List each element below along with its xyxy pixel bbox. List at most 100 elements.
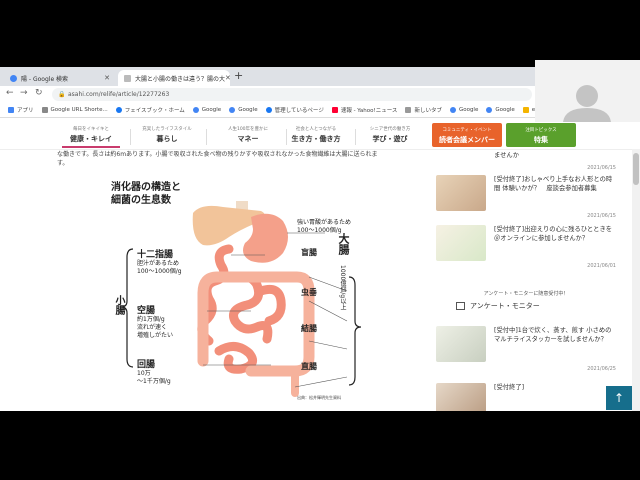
forward-icon[interactable]: → bbox=[20, 88, 28, 98]
sidebar-card[interactable]: [受付終了]出迎えりの心に残るひとときを＠オンラインに参加しませんか？ 2021… bbox=[436, 225, 616, 273]
enquete-heading: アンケート・モニター bbox=[456, 301, 540, 311]
special-label: 特集 bbox=[534, 136, 548, 144]
stomach-note-line: 強い胃酸があるため bbox=[297, 219, 352, 226]
person-avatar-icon bbox=[563, 85, 611, 122]
bookmark-icon bbox=[41, 107, 48, 113]
sidebar-card[interactable]: [受付終了] bbox=[436, 383, 616, 411]
nav-lifestyle[interactable]: 充実したライフスタイル 暮らし bbox=[132, 126, 202, 144]
small-intestine-shape bbox=[197, 244, 286, 374]
site-navigation: 毎日をイキイキと 健康・キレイ 充実したライフスタイル 暮らし 人生100年を豊… bbox=[0, 118, 640, 150]
nav-way-of-life[interactable]: 社会と人とつながる 生き方・働き方 bbox=[281, 126, 351, 144]
card-title: [受付終了]おしゃべり上手なお人形との時間 体験いかが？ 座談会参加者募集 bbox=[494, 176, 613, 192]
nav-money[interactable]: 人生100年を豊かに マネー bbox=[213, 126, 283, 144]
card-title: [受付終了]出迎えりの心に残るひとときを＠オンラインに参加しませんか？ bbox=[494, 226, 613, 242]
special-subtitle: 注目トピックス bbox=[525, 128, 557, 133]
large-intestine-label: 大腸 bbox=[337, 233, 350, 255]
jejunum-note: 流れが速く bbox=[137, 324, 168, 331]
bookmark-item[interactable]: フェイスブック・ホーム bbox=[115, 106, 185, 114]
new-tab-button[interactable]: + bbox=[234, 69, 243, 82]
small-intestine-label: 小腸 bbox=[113, 295, 124, 315]
card-title: [受付終了] bbox=[494, 384, 525, 391]
close-tab-icon[interactable]: ✕ bbox=[225, 74, 230, 82]
nav-divider bbox=[130, 129, 131, 145]
card-thumbnail bbox=[436, 326, 486, 362]
tab-google-search[interactable]: 陽 - Google 検索 ✕ bbox=[4, 70, 116, 86]
bookmark-item[interactable]: Google URL Shorte... bbox=[41, 107, 108, 113]
tab-title: 陽 - Google 検索 bbox=[21, 75, 69, 83]
facebook-icon bbox=[115, 107, 122, 113]
bookmark-item[interactable]: Google bbox=[486, 107, 515, 113]
google-favicon-icon bbox=[10, 74, 17, 82]
lock-icon: 🔒 bbox=[58, 91, 66, 98]
bookmark-item[interactable]: 速報 - Yahoo!ニュース bbox=[331, 106, 398, 114]
appendix-label: 虫垂 bbox=[301, 288, 317, 297]
special-topics-button[interactable]: 注目トピックス 特集 bbox=[506, 123, 576, 147]
diagram-source: 出典：松井輝明先生資料 bbox=[297, 395, 341, 400]
diagram-title-line: 細菌の生息数 bbox=[111, 195, 171, 206]
enquete-title: アンケート・モニター bbox=[470, 302, 540, 310]
bookmark-label: Google URL Shorte... bbox=[50, 107, 108, 113]
google-icon bbox=[449, 107, 456, 113]
google-icon bbox=[486, 107, 493, 113]
nav-subtitle: 社会と人とつながる bbox=[295, 127, 337, 132]
bookmark-item[interactable]: Google bbox=[449, 107, 479, 113]
back-to-top-button[interactable]: ↑ bbox=[606, 386, 632, 410]
jejunum-note: 約1万個/g bbox=[137, 316, 165, 323]
reload-icon[interactable]: ↻ bbox=[35, 88, 43, 98]
article-text-line: な働きです。長さは約6mあります。小腸で吸収された食べ物の残りかすや吸収されなか… bbox=[57, 151, 378, 158]
colon-label: 結腸 bbox=[301, 324, 317, 333]
bookmark-icon bbox=[522, 107, 529, 113]
nav-label: 学び・遊び bbox=[372, 135, 408, 143]
diagram-title-line: 消化器の構造と bbox=[111, 182, 181, 193]
bookmark-item[interactable]: 管理しているページ bbox=[265, 106, 324, 114]
bookmark-item[interactable]: アプリ bbox=[8, 106, 34, 114]
sidebar-card[interactable]: ませんか 2021/06/15 bbox=[436, 151, 616, 173]
large-intestine-note: 1000億個/g以上 bbox=[339, 265, 346, 311]
gift-icon bbox=[456, 302, 465, 310]
jejunum-note: 増殖しがたい bbox=[137, 332, 174, 339]
sidebar-card[interactable]: [受付中]1台で炊く、蒸す、煎す 小さめのマルチライスタッカーを試しませんか？ … bbox=[436, 326, 616, 374]
duodenum-note: 胆汁があるため bbox=[137, 260, 180, 267]
rectum-label: 直腸 bbox=[301, 362, 317, 371]
bookmark-item[interactable]: Google bbox=[229, 107, 258, 113]
close-tab-icon[interactable]: ✕ bbox=[104, 74, 110, 82]
bookmark-label: Google bbox=[201, 107, 222, 113]
card-thumbnail bbox=[436, 383, 486, 411]
bookmark-label: 管理しているページ bbox=[274, 108, 324, 114]
nav-learning-play[interactable]: シニア世代の働き方 学び・遊び bbox=[355, 126, 425, 144]
bookmark-item[interactable]: 新しいタブ bbox=[405, 106, 442, 114]
page-icon bbox=[405, 107, 412, 113]
jejunum-label: 空腸 bbox=[137, 306, 156, 316]
sidebar-card[interactable]: [受付終了]おしゃべり上手なお人形との時間 体験いかが？ 座談会参加者募集 20… bbox=[436, 175, 616, 221]
card-date: 2021/06/15 bbox=[587, 213, 616, 219]
large-intestine-bracket bbox=[348, 276, 362, 386]
ileum-note: 10万 bbox=[137, 370, 151, 377]
duodenum-note: 100〜1000個/g bbox=[137, 268, 182, 275]
card-title: ませんか bbox=[494, 152, 519, 159]
card-thumbnail bbox=[436, 225, 486, 261]
tab-article[interactable]: 大腸と小腸の働きは違う？腸の大 ✕ bbox=[118, 70, 230, 86]
digestive-diagram: 消化器の構造と 細菌の生息数 強い胃酸があるため 100〜1000個/g 小腸 … bbox=[111, 181, 371, 411]
page-favicon-icon bbox=[124, 74, 131, 82]
bookmark-label: 速報 - Yahoo!ニュース bbox=[340, 108, 398, 114]
google-icon bbox=[192, 107, 199, 113]
card-date: 2021/06/01 bbox=[587, 263, 616, 269]
community-button[interactable]: コミュニティ・イベント 読者会議メンバー bbox=[432, 123, 502, 147]
bookmark-label: Google bbox=[458, 107, 479, 113]
scrollbar[interactable] bbox=[632, 149, 640, 411]
bookmark-label: Google bbox=[238, 107, 258, 113]
nav-label: マネー bbox=[237, 135, 259, 143]
nav-health-beauty[interactable]: 毎日をイキイキと 健康・キレイ bbox=[56, 126, 126, 148]
duodenum-label: 十二指腸 bbox=[137, 250, 174, 260]
url-field[interactable]: 🔒 asahi.com/relife/article/12277263 bbox=[52, 88, 532, 101]
bookmark-item[interactable]: Google bbox=[192, 107, 222, 113]
nav-label: 生き方・働き方 bbox=[291, 135, 341, 143]
ileum-note: 〜1千万個/g bbox=[137, 378, 171, 385]
scrollbar-thumb[interactable] bbox=[633, 153, 639, 185]
article-body: な働きです。長さは約6mあります。小腸で吸収された食べ物の残りかすや吸収されなか… bbox=[57, 151, 427, 411]
ileum-block: 回腸 10万 〜1千万個/g bbox=[137, 357, 171, 386]
yahoo-icon bbox=[331, 107, 338, 113]
apps-icon bbox=[8, 107, 14, 113]
webcam-overlay bbox=[535, 60, 640, 122]
back-icon[interactable]: ← bbox=[6, 88, 14, 98]
